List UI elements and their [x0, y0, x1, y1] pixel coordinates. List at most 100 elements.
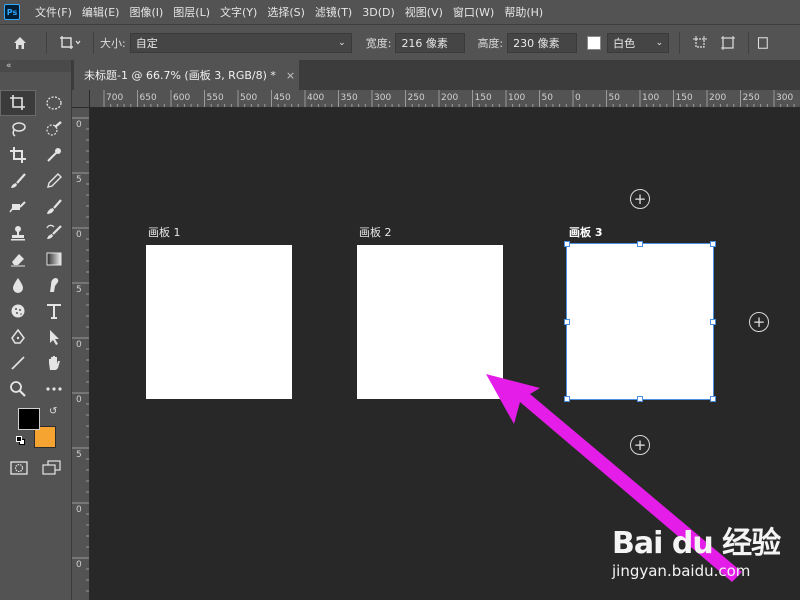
- crop-icon[interactable]: [0, 142, 36, 168]
- healing-brush-icon[interactable]: [0, 194, 36, 220]
- foreground-color-swatch[interactable]: [18, 408, 40, 430]
- mixer-brush-icon[interactable]: [36, 194, 72, 220]
- brush-icon[interactable]: [0, 168, 36, 194]
- ruler-tick-label: 250: [742, 93, 760, 103]
- artboard-3[interactable]: [566, 243, 714, 400]
- document-tab[interactable]: 未标题-1 @ 66.7% (画板 3, RGB/8) * ×: [74, 60, 299, 90]
- resize-handle[interactable]: [710, 241, 716, 247]
- blur-icon[interactable]: [0, 272, 36, 298]
- menu-select[interactable]: 选择(S): [262, 4, 310, 20]
- add-artboard-bottom-button[interactable]: +: [630, 435, 650, 455]
- collapse-panel-button[interactable]: «: [0, 60, 71, 72]
- clone-stamp-icon[interactable]: [0, 220, 36, 246]
- document-tab-strip: 未标题-1 @ 66.7% (画板 3, RGB/8) * ×: [72, 60, 800, 90]
- lasso-icon[interactable]: [0, 116, 36, 142]
- vertical-ruler[interactable]: 0 5 0 5 0 0 5 0 0: [72, 108, 90, 600]
- menu-filter[interactable]: 滤镜(T): [310, 4, 357, 20]
- color-swatch[interactable]: [587, 35, 602, 50]
- ruler-tick-label: 650: [139, 93, 157, 103]
- artboard-2-label[interactable]: 画板 2: [359, 224, 392, 240]
- ruler-tick-label: 5: [76, 285, 82, 295]
- ruler-corner: [72, 90, 90, 108]
- width-input[interactable]: 216 像素: [395, 32, 466, 53]
- gradient-icon[interactable]: [36, 246, 72, 272]
- resize-handle[interactable]: [637, 241, 643, 247]
- quick-selection-icon[interactable]: [36, 116, 72, 142]
- menu-layer[interactable]: 图层(L): [168, 4, 215, 20]
- menu-type[interactable]: 文字(Y): [215, 4, 262, 20]
- menu-file[interactable]: 文件(F): [30, 4, 77, 20]
- resize-handle[interactable]: [710, 319, 716, 325]
- type-icon[interactable]: [36, 298, 72, 324]
- baidu-watermark: Bai du 经验 jingyan.baidu.com: [612, 512, 792, 592]
- sponge-icon[interactable]: [0, 298, 36, 324]
- more-options-icon[interactable]: [755, 35, 769, 51]
- size-label: 大小:: [100, 36, 126, 50]
- menu-edit[interactable]: 编辑(E): [77, 4, 125, 20]
- smudge-icon[interactable]: [36, 272, 72, 298]
- add-artboard-top-button[interactable]: +: [630, 189, 650, 209]
- ruler-tick-label: 50: [541, 93, 553, 103]
- zoom-icon[interactable]: [0, 376, 36, 402]
- swap-colors-icon[interactable]: ↺: [49, 406, 57, 417]
- watermark-main: Bai du 经验: [612, 518, 781, 562]
- screen-mode-icon[interactable]: [42, 460, 62, 476]
- eyedropper-icon[interactable]: [36, 142, 72, 168]
- menu-view[interactable]: 视图(V): [400, 4, 448, 20]
- watermark-url: jingyan.baidu.com: [612, 562, 751, 580]
- pen-icon[interactable]: [0, 324, 36, 350]
- horizontal-ruler[interactable]: 700 650 600 550 500 450 400 350 300 250 200 150 100 5…: [90, 90, 800, 108]
- history-brush-icon[interactable]: [36, 220, 72, 246]
- hand-icon[interactable]: [36, 350, 72, 376]
- ruler-tick-label: 0: [575, 93, 581, 103]
- resize-handle[interactable]: [564, 396, 570, 402]
- ruler-tick-label: 600: [173, 93, 191, 103]
- line-icon[interactable]: [0, 350, 36, 376]
- menu-3d[interactable]: 3D(D): [357, 6, 400, 19]
- ruler-tick-label: 0: [76, 505, 82, 515]
- ruler-tick-label: 300: [776, 93, 794, 103]
- ps-logo-icon: Ps: [4, 4, 20, 20]
- ruler-tick-label: 300: [374, 93, 392, 103]
- ruler-tick-label: 0: [76, 340, 82, 350]
- home-icon[interactable]: [0, 35, 40, 51]
- add-artboard-right-button[interactable]: +: [749, 312, 769, 332]
- menu-window[interactable]: 窗口(W): [448, 4, 499, 20]
- path-selection-icon[interactable]: [36, 324, 72, 350]
- close-icon[interactable]: ×: [286, 69, 295, 82]
- resize-handle[interactable]: [637, 396, 643, 402]
- add-artboard-icon[interactable]: [714, 35, 742, 51]
- menu-image[interactable]: 图像(I): [124, 4, 168, 20]
- height-input[interactable]: 230 像素: [507, 32, 578, 53]
- default-colors-icon[interactable]: [16, 436, 26, 446]
- eraser-icon[interactable]: [0, 246, 36, 272]
- ruler-tick-label: 700: [106, 93, 124, 103]
- artboard-1-label[interactable]: 画板 1: [148, 224, 181, 240]
- align-artboard-icon[interactable]: [686, 35, 714, 51]
- color-swatches: ↺: [14, 406, 64, 454]
- ruler-tick-label: 400: [307, 93, 325, 103]
- artboard-tool-preset-icon[interactable]: [53, 35, 87, 51]
- watermark-main-text: Bai du 经验: [612, 526, 781, 561]
- options-bar: 大小: 自定 ⌄ 宽度: 216 像素 高度: 230 像素 白色 ⌄: [0, 24, 800, 60]
- size-select[interactable]: 自定 ⌄: [129, 32, 352, 53]
- ruler-tick-label: 150: [474, 93, 492, 103]
- ruler-tick-label: 200: [441, 93, 459, 103]
- artboard-tool-icon[interactable]: [0, 90, 36, 116]
- ruler-tick-label: 0: [76, 560, 82, 570]
- menu-help[interactable]: 帮助(H): [499, 4, 548, 20]
- elliptical-marquee-icon[interactable]: [36, 90, 72, 116]
- pencil-icon[interactable]: [36, 168, 72, 194]
- more-tools-icon[interactable]: [36, 376, 72, 402]
- resize-handle[interactable]: [564, 241, 570, 247]
- quick-mask-icon[interactable]: [10, 460, 28, 476]
- artboard-2[interactable]: [357, 245, 503, 399]
- resize-handle[interactable]: [564, 319, 570, 325]
- artboard-1[interactable]: [146, 245, 292, 399]
- ruler-tick-label: 5: [76, 450, 82, 460]
- ruler-tick-label: 450: [273, 93, 291, 103]
- color-select[interactable]: 白色 ⌄: [607, 32, 670, 53]
- resize-handle[interactable]: [710, 396, 716, 402]
- artboard-3-label[interactable]: 画板 3: [569, 224, 602, 240]
- ruler-tick-label: 50: [608, 93, 620, 103]
